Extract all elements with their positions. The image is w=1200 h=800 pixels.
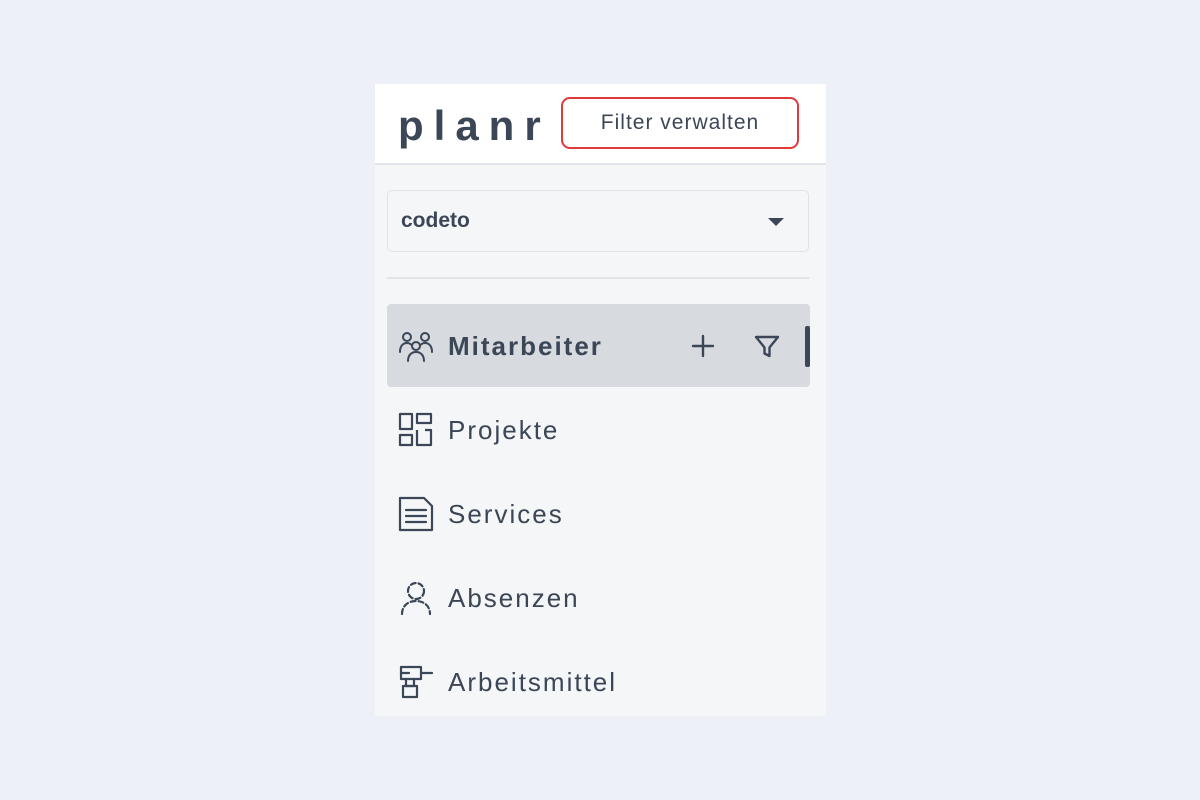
person-dashed-icon [398, 580, 434, 616]
caret-down-icon [768, 218, 784, 226]
nav-item-label: Arbeitsmittel [448, 667, 618, 697]
sidebar-panel: planr Filter verwalten codeto Mitarbeite… [375, 84, 826, 716]
nav-item-services[interactable]: Services [387, 472, 810, 555]
workspace-select[interactable]: codeto [387, 190, 809, 252]
add-employee-button[interactable] [687, 330, 719, 362]
sidebar-header: planr Filter verwalten [375, 84, 826, 165]
nav-item-label: Projekte [448, 415, 560, 445]
plus-icon [691, 334, 715, 358]
nav-item-label: Services [448, 499, 564, 529]
nav-item-label: Mitarbeiter [448, 331, 603, 361]
nav-item-arbeitsmittel[interactable]: Arbeitsmittel [387, 640, 810, 716]
nav-item-projekte[interactable]: Projekte [387, 388, 810, 471]
document-icon [398, 496, 434, 532]
scrollbar-thumb[interactable] [805, 326, 810, 367]
drill-icon [398, 664, 434, 700]
funnel-icon [754, 335, 780, 358]
nav-item-label: Absenzen [448, 583, 580, 613]
filter-employees-button[interactable] [751, 330, 783, 362]
dashboard-icon [398, 412, 434, 448]
nav-item-mitarbeiter[interactable]: Mitarbeiter [387, 304, 810, 387]
manage-filters-button[interactable]: Filter verwalten [561, 97, 799, 149]
nav-item-absenzen[interactable]: Absenzen [387, 556, 810, 639]
people-icon [398, 328, 434, 364]
workspace-select-value: codeto [401, 209, 470, 232]
divider [387, 277, 809, 279]
app-logo[interactable]: planr [398, 100, 551, 152]
